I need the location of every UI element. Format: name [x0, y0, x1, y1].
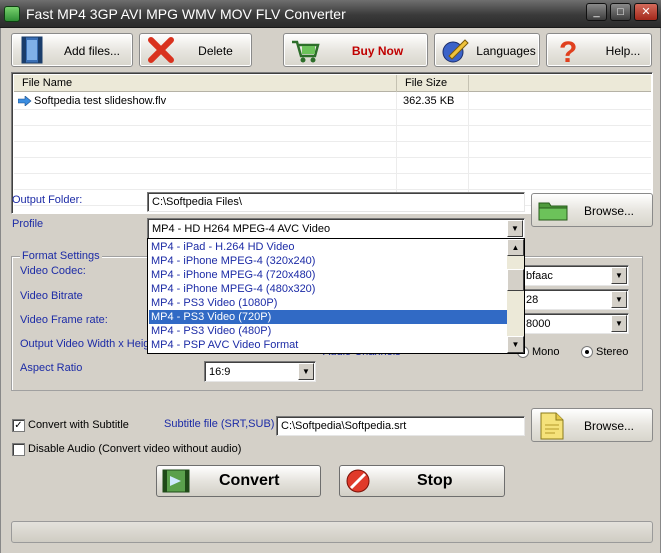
question-mark-icon: ?	[559, 36, 577, 64]
maximize-button[interactable]: □	[610, 3, 631, 21]
output-browse-button[interactable]: Browse...	[531, 193, 653, 227]
subtitle-browse-button[interactable]: Browse...	[531, 408, 653, 442]
convert-subtitle-label: Convert with Subtitle	[28, 419, 129, 431]
video-bitrate-label: Video Bitrate	[20, 290, 83, 302]
audio-bitrate-select[interactable]: 28 ▼	[519, 289, 629, 310]
add-files-button[interactable]: Add files...	[11, 33, 133, 67]
stereo-radio[interactable]	[581, 346, 593, 358]
video-codec-label: Video Codec:	[20, 265, 86, 277]
list-item[interactable]: MP4 - PS3 Video (1080P)	[149, 296, 507, 310]
scroll-down-icon[interactable]: ▼	[507, 336, 524, 353]
aspect-ratio-label: Aspect Ratio	[20, 362, 83, 374]
list-item[interactable]: MP4 - iPhone MPEG-4 (320x240)	[149, 254, 507, 268]
convert-button[interactable]: Convert	[156, 465, 321, 497]
format-settings-legend: Format Settings	[20, 250, 102, 262]
buy-now-label: Buy Now	[351, 44, 404, 58]
shopping-cart-icon	[292, 40, 320, 63]
list-item[interactable]: MP4 - iPhone MPEG-4 (480x320)	[149, 282, 507, 296]
delete-x-icon	[148, 37, 174, 63]
delete-button[interactable]: Delete	[139, 33, 252, 67]
audio-sample-rate-value: 8000	[526, 318, 551, 330]
subtitle-browse-label: Browse...	[584, 419, 635, 433]
help-button[interactable]: ? Help...	[546, 33, 652, 67]
file-size-cell: 362.35 KB	[403, 95, 455, 107]
languages-label: Languages	[476, 44, 536, 58]
svg-text:?: ?	[559, 36, 577, 64]
chevron-down-icon[interactable]: ▼	[611, 315, 627, 332]
stop-icon	[346, 469, 370, 493]
languages-button[interactable]: Languages	[434, 33, 540, 67]
aspect-ratio-value: 16:9	[209, 366, 231, 378]
chevron-down-icon[interactable]: ▼	[611, 291, 627, 308]
video-frame-rate-label: Video Frame rate:	[20, 314, 108, 326]
output-browse-label: Browse...	[584, 204, 635, 218]
list-item[interactable]: MP4 - PS3 Video (480P)	[149, 324, 507, 338]
output-size-label: Output Video Width x Height	[20, 338, 148, 350]
list-item-selected[interactable]: MP4 - PS3 Video (720P)	[149, 310, 507, 324]
help-label: Help...	[605, 44, 641, 58]
scroll-thumb[interactable]	[507, 269, 524, 291]
buy-now-button[interactable]: Buy Now	[283, 33, 428, 67]
aspect-ratio-select[interactable]: 16:9 ▼	[204, 361, 316, 382]
pen-icon	[442, 39, 469, 63]
audio-codec-value: bfaac	[526, 270, 553, 282]
convert-label: Convert	[219, 472, 280, 489]
audio-bitrate-value: 28	[526, 294, 539, 306]
output-folder-input[interactable]: C:\Softpedia Files\	[147, 192, 525, 212]
profile-value: MP4 - HD H264 MPEG-4 AVC Video	[152, 223, 331, 235]
app-icon	[4, 6, 20, 22]
column-file-name[interactable]: File Name	[14, 75, 397, 92]
stereo-label: Stereo	[596, 346, 629, 358]
film-convert-icon	[162, 469, 190, 493]
subtitle-file-label: Subtitle file (SRT,SUB)	[164, 418, 275, 430]
scroll-up-icon[interactable]: ▲	[507, 239, 524, 256]
progress-bar	[11, 521, 653, 543]
chevron-down-icon[interactable]: ▼	[507, 220, 523, 237]
folder-icon	[538, 202, 568, 221]
list-item[interactable]: MP4 - iPhone MPEG-4 (720x480)	[149, 268, 507, 282]
stop-label: Stop	[417, 472, 453, 489]
film-add-icon	[21, 36, 43, 64]
delete-label: Delete	[198, 44, 233, 58]
audio-codec-select[interactable]: bfaac ▼	[519, 265, 629, 286]
audio-sample-rate-select[interactable]: 8000 ▼	[519, 313, 629, 334]
chevron-down-icon[interactable]: ▼	[298, 363, 314, 380]
dropdown-scrollbar[interactable]: ▲ ▼	[507, 239, 524, 353]
column-file-size[interactable]: File Size	[397, 75, 469, 92]
disable-audio-checkbox[interactable]	[12, 443, 25, 456]
profile-select[interactable]: MP4 - HD H264 MPEG-4 AVC Video ▼	[147, 218, 525, 239]
close-button[interactable]: ✕	[634, 3, 658, 21]
disable-audio-label: Disable Audio (Convert video without aud…	[28, 443, 242, 455]
list-item[interactable]: MP4 - iPad - H.264 HD Video	[149, 240, 507, 254]
table-row[interactable]: Softpedia test slideshow.flv 362.35 KB	[14, 93, 651, 109]
profile-label: Profile	[12, 218, 44, 230]
document-icon	[540, 412, 564, 440]
window-title: Fast MP4 3GP AVI MPG WMV MOV FLV Convert…	[26, 6, 346, 22]
file-name-cell: Softpedia test slideshow.flv	[34, 95, 167, 107]
mono-label: Mono	[532, 346, 560, 358]
chevron-down-icon[interactable]: ▼	[611, 267, 627, 284]
subtitle-file-input[interactable]: C:\Softpedia\Softpedia.srt	[276, 416, 525, 436]
minimize-button[interactable]: _	[586, 3, 607, 21]
convert-subtitle-checkbox[interactable]: ✓	[12, 419, 25, 432]
title-bar: Fast MP4 3GP AVI MPG WMV MOV FLV Convert…	[0, 0, 661, 28]
output-folder-label: Output Folder:	[12, 194, 83, 206]
file-list-header: File Name File Size	[14, 75, 651, 92]
main-window: Add files... Delete Buy Now Languages ? …	[0, 28, 661, 553]
list-item[interactable]: MP4 - PSP AVC Video Format	[149, 338, 507, 352]
add-files-label: Add files...	[63, 44, 121, 58]
profile-dropdown-list[interactable]: MP4 - iPad - H.264 HD Video MP4 - iPhone…	[147, 238, 525, 354]
stop-button[interactable]: Stop	[339, 465, 505, 497]
